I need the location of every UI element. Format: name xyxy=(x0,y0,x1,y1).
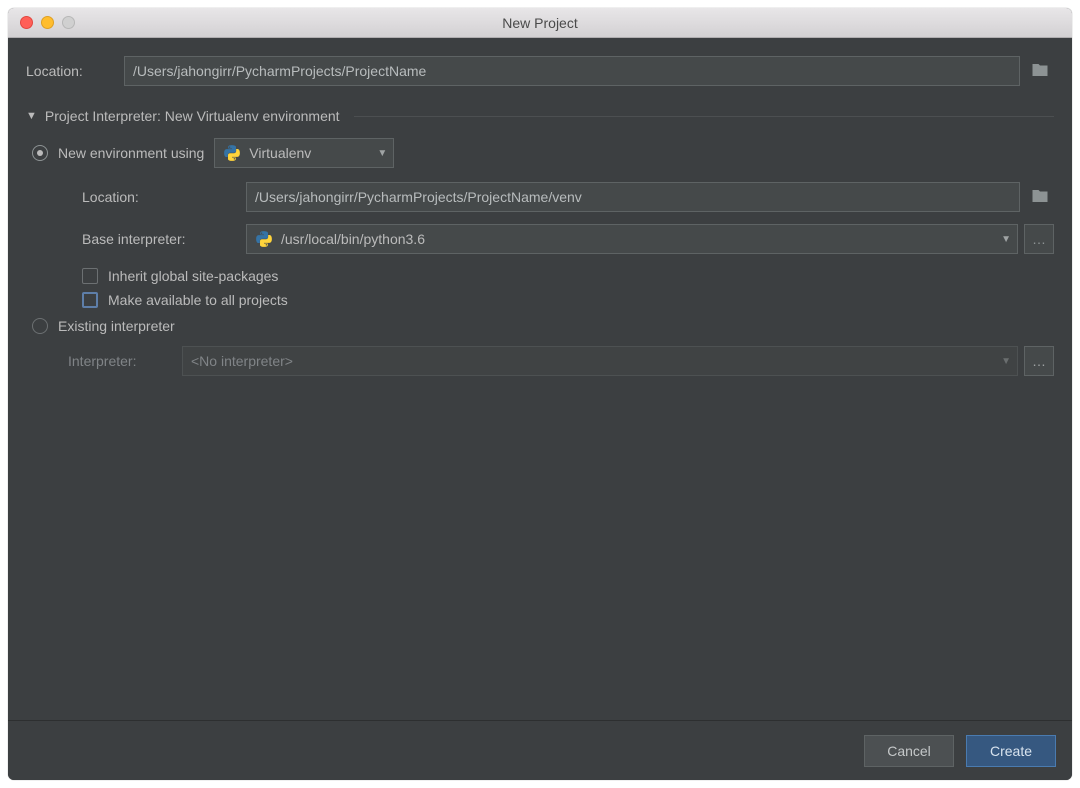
separator xyxy=(354,116,1054,117)
browse-existing-interpreter-button[interactable]: … xyxy=(1024,346,1054,376)
base-interpreter-combo[interactable]: /usr/local/bin/python3.6 ▼ xyxy=(246,224,1018,254)
location-label: Location: xyxy=(26,63,110,79)
chevron-down-icon: ▼ xyxy=(1001,356,1011,367)
browse-location-button[interactable] xyxy=(1026,56,1054,86)
location-input-value: /Users/jahongirr/PycharmProjects/Project… xyxy=(133,63,426,79)
folder-icon xyxy=(1031,187,1049,208)
interpreter-expander[interactable]: ▼ Project Interpreter: New Virtualenv en… xyxy=(26,108,1054,124)
new-env-radio[interactable] xyxy=(32,145,48,161)
make-available-row: Make available to all projects xyxy=(82,292,1054,308)
interpreter-section: ▼ Project Interpreter: New Virtualenv en… xyxy=(26,108,1054,376)
close-window-button[interactable] xyxy=(20,16,33,29)
base-interpreter-row: Base interpreter: /usr/local/bin/python3… xyxy=(82,224,1054,254)
make-available-checkbox[interactable] xyxy=(82,292,98,308)
existing-interpreter-radio-label: Existing interpreter xyxy=(58,318,175,334)
browse-base-interpreter-button[interactable]: … xyxy=(1024,224,1054,254)
existing-interpreter-combo: <No interpreter> ▼ xyxy=(182,346,1018,376)
dialog-content: Location: /Users/jahongirr/PycharmProjec… xyxy=(8,38,1072,720)
env-location-row: Location: /Users/jahongirr/PycharmProjec… xyxy=(82,182,1054,212)
interpreter-header-text: Project Interpreter: New Virtualenv envi… xyxy=(45,108,340,124)
inherit-packages-label: Inherit global site-packages xyxy=(108,268,278,284)
env-location-value: /Users/jahongirr/PycharmProjects/Project… xyxy=(255,189,582,205)
ellipsis-icon: … xyxy=(1032,231,1046,247)
existing-interpreter-label: Interpreter: xyxy=(68,353,168,369)
new-env-radio-label: New environment using xyxy=(58,145,204,161)
env-location-input[interactable]: /Users/jahongirr/PycharmProjects/Project… xyxy=(246,182,1020,212)
env-tool-combo[interactable]: Virtualenv ▼ xyxy=(214,138,394,168)
python-icon xyxy=(255,230,273,248)
dialog-footer: Cancel Create xyxy=(8,720,1072,780)
make-available-label: Make available to all projects xyxy=(108,292,288,308)
cancel-button-label: Cancel xyxy=(887,743,931,759)
chevron-down-icon: ▼ xyxy=(377,148,387,159)
inherit-packages-checkbox[interactable] xyxy=(82,268,98,284)
new-env-block: New environment using Virtualenv ▼ Locat… xyxy=(32,124,1054,376)
env-location-label: Location: xyxy=(82,189,232,205)
new-project-dialog: New Project Location: /Users/jahongirr/P… xyxy=(8,8,1072,780)
titlebar: New Project xyxy=(8,8,1072,38)
folder-icon xyxy=(1031,61,1049,82)
existing-interpreter-block: Existing interpreter Interpreter: <No in… xyxy=(32,318,1054,376)
window-title: New Project xyxy=(8,15,1072,31)
env-tool-value: Virtualenv xyxy=(249,145,311,161)
existing-interpreter-value: <No interpreter> xyxy=(191,353,293,369)
minimize-window-button[interactable] xyxy=(41,16,54,29)
existing-interpreter-radio[interactable] xyxy=(32,318,48,334)
browse-env-location-button[interactable] xyxy=(1026,182,1054,212)
create-button[interactable]: Create xyxy=(966,735,1056,767)
chevron-down-icon: ▼ xyxy=(26,110,37,122)
ellipsis-icon: … xyxy=(1032,353,1046,369)
inherit-packages-row: Inherit global site-packages xyxy=(82,268,1054,284)
zoom-window-button[interactable] xyxy=(62,16,75,29)
chevron-down-icon: ▼ xyxy=(1001,234,1011,245)
location-row: Location: /Users/jahongirr/PycharmProjec… xyxy=(26,56,1054,86)
existing-interpreter-row: Interpreter: <No interpreter> ▼ … xyxy=(68,346,1054,376)
python-icon xyxy=(223,144,241,162)
create-button-label: Create xyxy=(990,743,1032,759)
cancel-button[interactable]: Cancel xyxy=(864,735,954,767)
base-interpreter-value: /usr/local/bin/python3.6 xyxy=(281,231,425,247)
location-input[interactable]: /Users/jahongirr/PycharmProjects/Project… xyxy=(124,56,1020,86)
window-controls xyxy=(8,16,75,29)
base-interpreter-label: Base interpreter: xyxy=(82,231,232,247)
